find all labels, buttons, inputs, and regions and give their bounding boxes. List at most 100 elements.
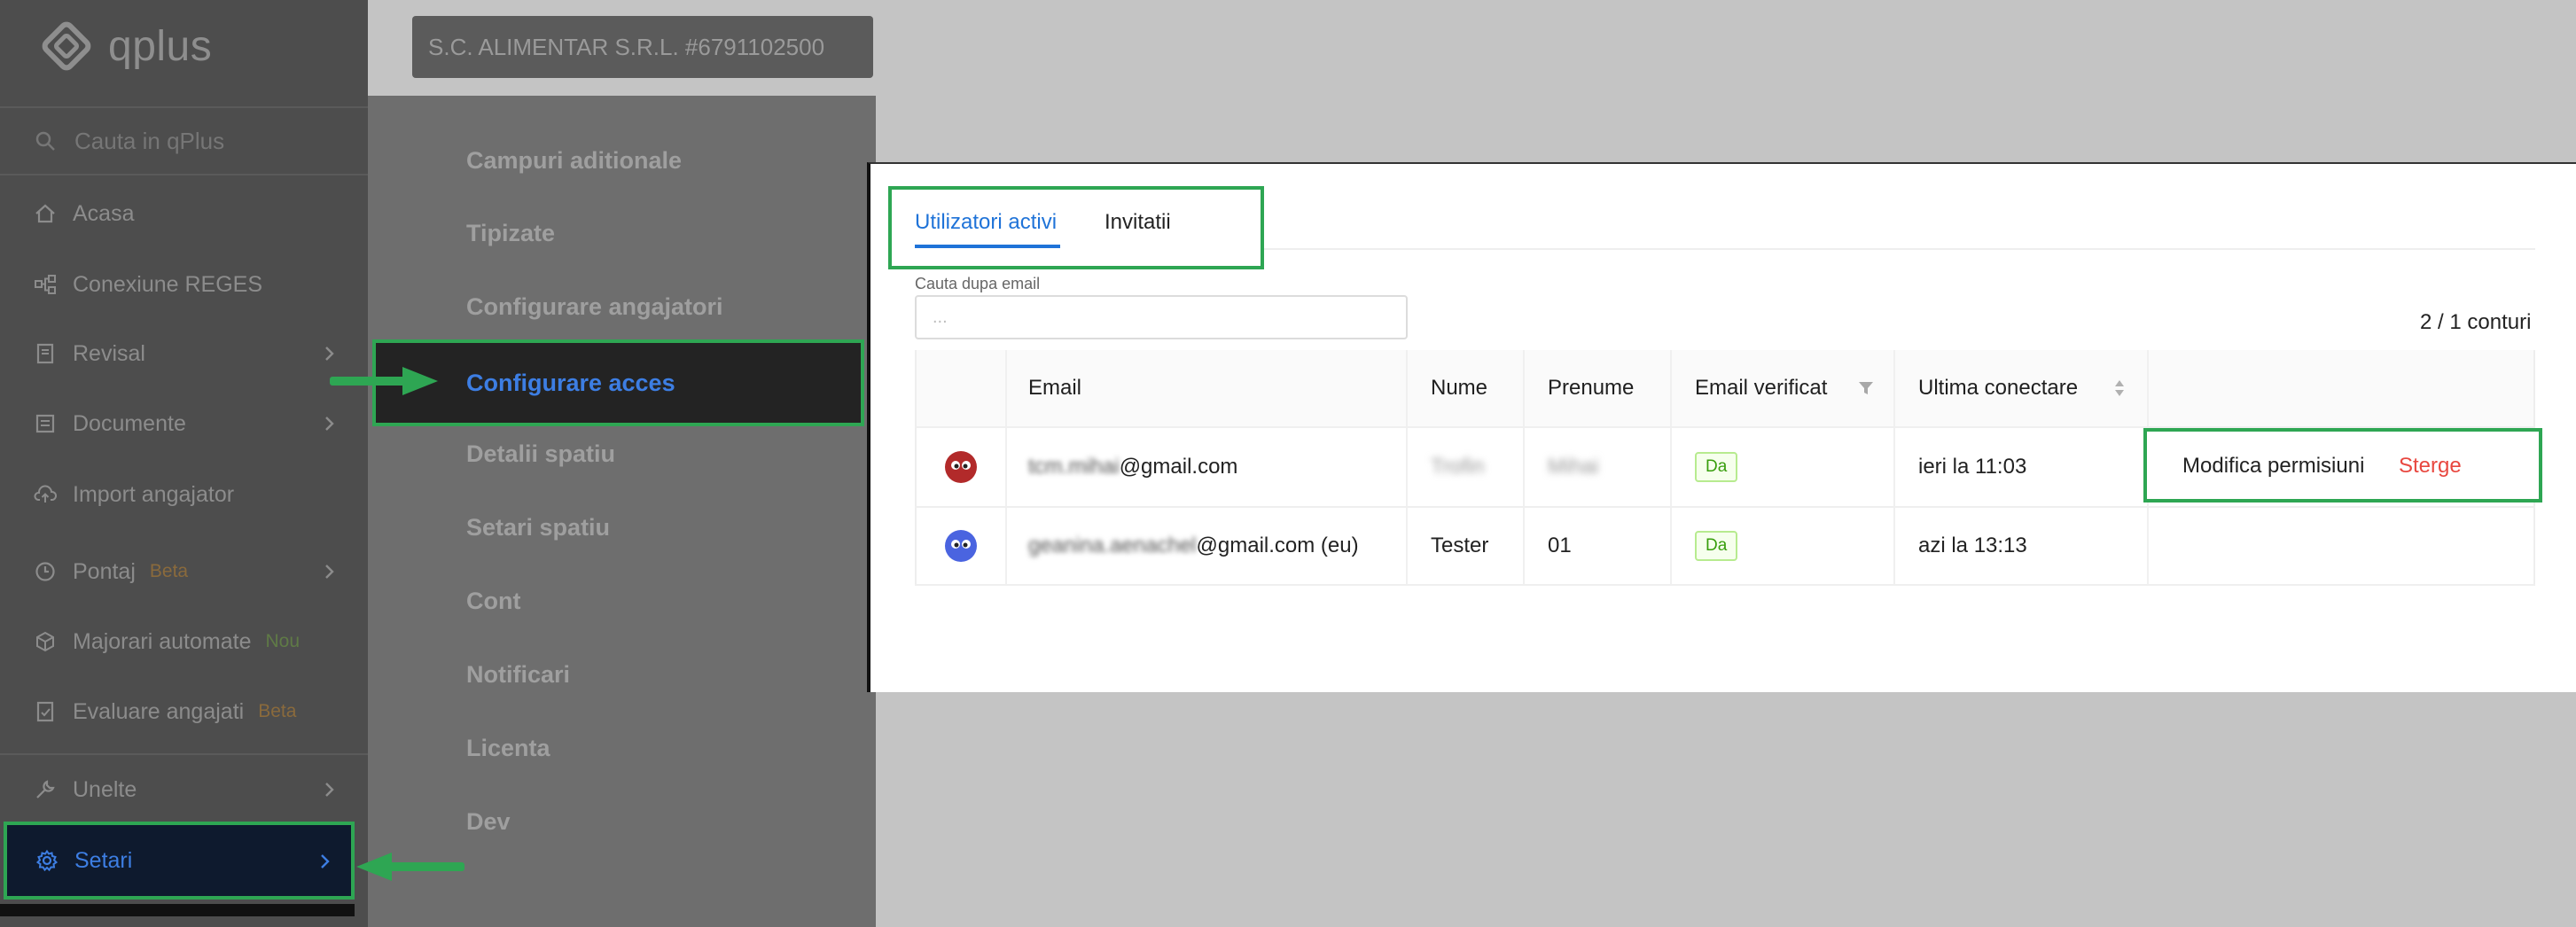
submenu-item-campuri-aditionale[interactable]: Campuri aditionale: [466, 147, 682, 175]
tabs-divider: [1264, 248, 2535, 250]
sidebar-item-unelte[interactable]: Unelte: [0, 759, 368, 821]
qplus-logo-icon: [42, 21, 91, 71]
submenu-item-label: Configurare acces: [466, 370, 675, 396]
avatar: [945, 530, 977, 562]
tab-invitatii[interactable]: Invitatii: [1105, 210, 1171, 235]
email-verificat-cell: Da: [1670, 428, 1893, 506]
new-badge: Nou: [265, 631, 301, 651]
beta-badge: Beta: [149, 561, 189, 581]
verified-tag: Da: [1695, 531, 1738, 561]
actions-cell: [2147, 508, 2535, 584]
prenume-cell: Mihai: [1523, 428, 1670, 506]
active-indicator: [0, 904, 355, 916]
ultima-conectare-cell: ieri la 11:03: [1893, 428, 2147, 506]
sidebar-item-pontaj[interactable]: Pontaj Beta: [0, 541, 368, 603]
submenu-item-notificari[interactable]: Notificari: [466, 661, 570, 689]
submenu-item-tipizate[interactable]: Tipizate: [466, 220, 555, 247]
annotation-arrow-right-icon: [330, 367, 438, 395]
email-domain: @gmail.com (eu): [1196, 534, 1359, 557]
avatar: [945, 451, 977, 483]
modify-permissions-button[interactable]: Modifica permisiuni: [2182, 454, 2364, 479]
sidebar-item-evaluare-angajati[interactable]: Evaluare angajati Beta: [0, 681, 368, 743]
email-cell: geanina.aenachel @gmail.com (eu): [1005, 508, 1406, 584]
header-email-verificat[interactable]: Email verificat: [1670, 350, 1893, 426]
header-label: Email verificat: [1695, 376, 1828, 400]
search-icon: [35, 131, 55, 151]
gear-icon: [35, 849, 59, 872]
header-avatar: [915, 350, 1005, 426]
chevron-right-icon: [325, 347, 334, 361]
ultima-conectare-cell: azi la 13:13: [1893, 508, 2147, 584]
active-tab-indicator: [915, 245, 1060, 248]
sidebar-item-label: Acasa: [73, 200, 135, 226]
sidebar-item-label: Import angajator: [73, 481, 235, 507]
chevron-right-icon: [325, 565, 334, 579]
global-search[interactable]: Cauta in qPlus: [0, 106, 368, 175]
avatar-cell: [915, 428, 1005, 506]
sidebar-item-acasa[interactable]: Acasa: [0, 183, 368, 245]
header-email: Email: [1005, 350, 1406, 426]
documents-icon: [35, 414, 55, 433]
app-logo[interactable]: qplus: [39, 18, 212, 74]
sidebar-item-label: Documente: [73, 410, 186, 436]
nume-value: Trofin: [1431, 455, 1485, 479]
chevron-right-icon: [321, 854, 330, 869]
search-placeholder: Cauta in qPlus: [74, 127, 225, 154]
chevron-right-icon: [325, 783, 334, 797]
header-actions: [2147, 350, 2535, 426]
header-label: Ultima conectare: [1918, 376, 2079, 400]
cloud-upload-icon: [34, 485, 57, 502]
filter-icon[interactable]: [1856, 378, 1876, 399]
email-verificat-cell: Da: [1670, 508, 1893, 584]
submenu-item-setari-spatiu[interactable]: Setari spatiu: [466, 514, 610, 541]
annotation-arrow-left-icon: [356, 853, 464, 881]
table-row: geanina.aenachel @gmail.com (eu) Tester 0…: [915, 506, 2535, 586]
sidebar-item-setari[interactable]: Setari: [4, 822, 355, 900]
header-ultima-conectare[interactable]: Ultima conectare: [1893, 350, 2147, 426]
avatar-cell: [915, 508, 1005, 584]
sidebar-item-label: Pontaj: [73, 558, 136, 584]
header-nume: Nume: [1406, 350, 1523, 426]
prenume-cell: 01: [1523, 508, 1670, 584]
evaluation-icon: [36, 701, 54, 722]
sidebar-item-revisal[interactable]: Revisal: [0, 323, 368, 385]
sidebar-item-conexiune-reges[interactable]: Conexiune REGES: [0, 253, 368, 315]
submenu-item-configurare-angajatori[interactable]: Configurare angajatori: [466, 293, 723, 321]
cube-icon: [36, 631, 54, 652]
email-local-part: geanina.aenachel: [1028, 534, 1197, 557]
submenu-item-cont[interactable]: Cont: [466, 588, 520, 615]
email-search-input[interactable]: [915, 295, 1408, 339]
company-selector[interactable]: S.C. ALIMENTAR S.R.L. #6791102500: [412, 16, 873, 78]
tab-utilizatori-activi[interactable]: Utilizatori activi: [915, 210, 1057, 235]
submenu-item-licenta[interactable]: Licenta: [466, 735, 550, 762]
sidebar-item-label: Unelte: [73, 776, 137, 802]
sidebar-item-label: Evaluare angajati: [73, 698, 245, 724]
accounts-count: 2 / 1 conturi: [2420, 310, 2532, 334]
email-domain: @gmail.com: [1119, 455, 1238, 479]
document-icon: [36, 343, 54, 364]
settings-submenu: Campuri aditionale Tipizate Configurare …: [368, 96, 876, 927]
beta-badge: Beta: [258, 701, 297, 721]
delete-user-button[interactable]: Sterge: [2399, 454, 2462, 479]
sidebar-item-label: Conexiune REGES: [73, 271, 263, 297]
sidebar-item-majorari-automate[interactable]: Majorari automate Nou: [0, 611, 368, 673]
verified-tag: Da: [1695, 452, 1738, 482]
email-local-part: tcm.mihai: [1028, 455, 1120, 479]
email-search-label: Cauta dupa email: [915, 275, 1041, 292]
sidebar: qplus Cauta in qPlus Acasa Conexiune REG…: [0, 0, 368, 927]
prenume-value: Mihai: [1548, 455, 1599, 479]
submenu-item-dev[interactable]: Dev: [466, 808, 511, 836]
clock-icon: [35, 562, 55, 581]
app-name: qplus: [108, 22, 213, 70]
sidebar-item-label: Setari: [74, 847, 133, 873]
table-header-row: Email Nume Prenume Email verificat Ultim…: [915, 350, 2535, 426]
sort-icon[interactable]: [2110, 378, 2129, 399]
submenu-item-configurare-acces[interactable]: Configurare acces: [372, 339, 864, 426]
sidebar-item-documente[interactable]: Documente: [0, 393, 368, 455]
header-prenume: Prenume: [1523, 350, 1670, 426]
submenu-item-detalii-spatiu[interactable]: Detalii spatiu: [466, 440, 615, 468]
nume-cell: Trofin: [1406, 428, 1523, 506]
sidebar-item-import-angajator[interactable]: Import angajator: [0, 464, 368, 526]
sidebar-item-label: Majorari automate: [73, 628, 252, 654]
email-cell: tcm.mihai @gmail.com: [1005, 428, 1406, 506]
